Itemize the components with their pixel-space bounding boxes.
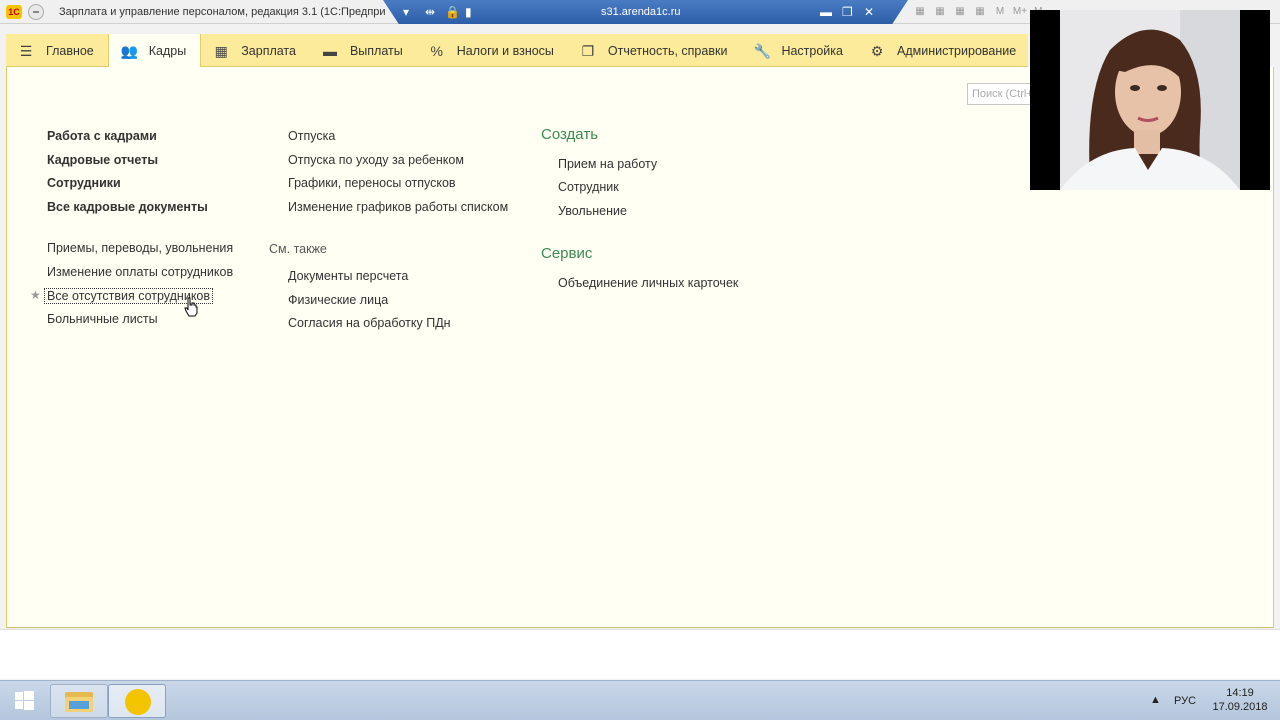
people-icon: 👥 [120, 42, 139, 59]
section-hr[interactable]: 👥 Кадры [107, 34, 202, 67]
status-area [0, 629, 1280, 679]
link-create-hiring[interactable]: Прием на работу [558, 157, 657, 171]
wrench-icon: 🔧 [753, 42, 771, 59]
lock-icon: 🔒 [445, 5, 460, 19]
grid-icon[interactable]: ▦ [932, 4, 948, 20]
link-individuals[interactable]: Физические лица [288, 293, 388, 307]
clock-time: 14:19 [1226, 687, 1254, 699]
folder-icon [65, 692, 93, 712]
section-reports[interactable]: ❐ Отчетность, справки [568, 34, 742, 67]
link-vacation-schedules[interactable]: Графики, переносы отпусков [288, 176, 456, 190]
onec-app-icon [125, 689, 151, 715]
link-schedule-change[interactable]: Изменение графиков работы списком [288, 200, 508, 214]
language-indicator[interactable]: РУС [1174, 695, 1196, 720]
dropdown-icon[interactable]: ▾ [403, 5, 409, 19]
taskbar-1c[interactable] [108, 684, 166, 718]
memory-plus-icon[interactable]: M+ [1012, 4, 1028, 20]
pin-icon[interactable]: ⇹ [425, 5, 435, 19]
remote-host: s31.arenda1c.ru [601, 6, 681, 18]
app-logo-icon: 1С [6, 5, 22, 19]
link-employees[interactable]: Сотрудники [47, 176, 121, 190]
clock-date: 17.09.2018 [1212, 701, 1268, 713]
minimize-icon[interactable]: ▬ [820, 5, 832, 19]
link-hiring-transfers[interactable]: Приемы, переводы, увольнения [47, 241, 233, 255]
link-recalc-docs[interactable]: Документы персчета [288, 269, 408, 283]
title-tools: ▦ ▦ ▦ ▦ M M+ M- [912, 4, 1048, 20]
tray-arrow-icon[interactable]: ▲ [1150, 694, 1161, 720]
link-merge-cards[interactable]: Объединение личных карточек [558, 276, 738, 290]
menu-icon: ☰ [19, 42, 33, 59]
calculator-icon: ▦ [214, 42, 228, 59]
start-button[interactable] [4, 684, 44, 718]
wallet-icon: ▬ [322, 42, 337, 59]
presenter-photo [1030, 10, 1270, 190]
reports-icon: ❐ [581, 42, 595, 59]
create-header: Создать [541, 126, 599, 143]
gear-icon: ⚙ [870, 42, 884, 59]
section-admin[interactable]: ⚙ Администрирование [857, 34, 1030, 67]
signal-icon: ▮ [465, 5, 472, 19]
navigation-circle-button[interactable] [28, 4, 44, 20]
taskbar: ▲ РУС 14:19 17.09.2018 [0, 680, 1280, 720]
section-label: Зарплата [241, 43, 296, 58]
table-icon[interactable]: ▦ [972, 4, 988, 20]
clock[interactable]: 14:19 17.09.2018 [1208, 686, 1272, 714]
section-panel: ☰ Главное 👥 Кадры ▦ Зарплата ▬ Выплаты %… [6, 34, 1028, 67]
restore-icon[interactable]: ❐ [842, 5, 853, 19]
section-taxes[interactable]: % Налоги и взносы [417, 34, 568, 67]
link-sick-leaves[interactable]: Больничные листы [47, 312, 158, 326]
favorite-star-icon[interactable]: ★ [30, 288, 41, 302]
percent-icon: % [430, 42, 443, 59]
link-create-dismissal[interactable]: Увольнение [558, 204, 627, 218]
remote-connection-bar: ▾ ⇹ 🔒 ▮ s31.arenda1c.ru ▬ ❐ ✕ [383, 0, 908, 24]
calendar-icon[interactable]: ▦ [912, 4, 928, 20]
link-hr-reports[interactable]: Кадровые отчеты [47, 153, 158, 167]
section-main[interactable]: ☰ Главное [6, 34, 108, 67]
hand-cursor-icon [184, 297, 198, 317]
link-pd-consents[interactable]: Согласия на обработку ПДн [288, 316, 451, 330]
section-label: Налоги и взносы [456, 43, 554, 58]
section-label: Главное [46, 43, 94, 58]
link-hr-work[interactable]: Работа с кадрами [47, 129, 157, 143]
taskbar-explorer[interactable] [50, 684, 108, 718]
see-also-label: См. также [269, 242, 327, 256]
link-child-leave[interactable]: Отпуска по уходу за ребенком [288, 153, 464, 167]
search-input[interactable]: Поиск (Ctrl+F) [967, 83, 1031, 105]
section-label: Кадры [148, 43, 187, 58]
close-icon[interactable]: ✕ [864, 5, 874, 19]
link-all-hr-docs[interactable]: Все кадровые документы [47, 200, 208, 214]
section-label: Отчетность, справки [607, 43, 728, 58]
windows-logo-icon [15, 691, 34, 710]
section-label: Администрирование [896, 43, 1017, 58]
calc-icon[interactable]: ▦ [952, 4, 968, 20]
section-payments[interactable]: ▬ Выплаты [310, 34, 417, 67]
link-pay-change[interactable]: Изменение оплаты сотрудников [47, 265, 233, 279]
section-salary[interactable]: ▦ Зарплата [201, 34, 310, 67]
section-label: Настройка [781, 43, 843, 58]
window-title: Зарплата и управление персоналом, редакц… [59, 6, 385, 18]
webcam-overlay [1030, 10, 1270, 190]
memory-m-icon[interactable]: M [992, 4, 1008, 20]
link-create-employee[interactable]: Сотрудник [558, 180, 619, 194]
service-header: Сервис [541, 245, 593, 262]
section-label: Выплаты [349, 43, 403, 58]
section-settings[interactable]: 🔧 Настройка [741, 34, 857, 67]
link-vacations[interactable]: Отпуска [288, 129, 335, 143]
